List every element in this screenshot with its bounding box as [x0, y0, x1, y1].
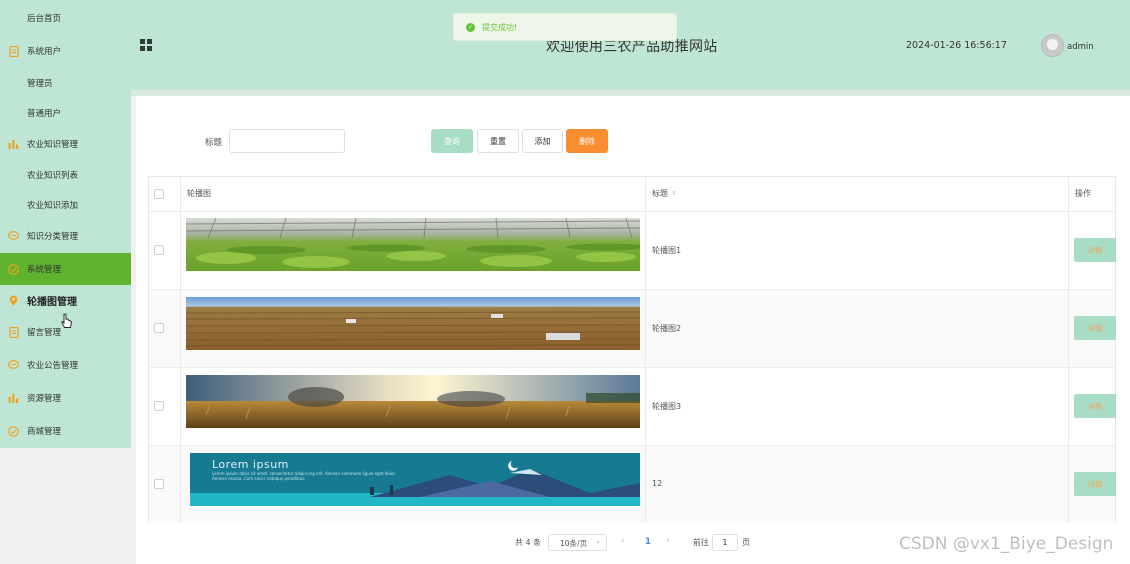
column-header-title[interactable]: 标题 ⇳ — [652, 176, 677, 211]
delete-button[interactable]: 删除 — [566, 129, 608, 153]
sidebar-item-label: 普通用户 — [27, 109, 62, 119]
row-title: 轮播图3 — [652, 402, 682, 411]
mouse-cursor-icon — [61, 313, 73, 332]
sidebar-item-label: 轮播图管理 — [27, 296, 77, 308]
check-circle-icon — [8, 425, 19, 437]
row-checkbox[interactable] — [154, 245, 164, 255]
chat-bubble-icon — [8, 231, 19, 242]
column-divider — [1068, 176, 1069, 523]
menu-grid-icon[interactable] — [140, 39, 152, 51]
search-button[interactable]: 查询 — [431, 129, 473, 153]
bar-chart-icon — [8, 393, 19, 404]
banner-image-wheat-harvest — [186, 375, 640, 428]
row-divider — [148, 211, 1116, 212]
sidebar-item-admin[interactable]: 管理员 — [0, 67, 131, 99]
document-icon — [8, 326, 19, 338]
banner-body-text: Lorem ipsum dolor sit amet, consectetur … — [212, 471, 396, 481]
row-checkbox[interactable] — [154, 323, 164, 333]
banner-image-lorem-ipsum: Lorem ipsum Lorem ipsum dolor sit amet, … — [190, 453, 640, 506]
prev-page-icon[interactable]: ‹ — [621, 536, 625, 546]
sidebar-item-announcements[interactable]: 农业公告管理 — [0, 349, 131, 381]
location-pin-icon — [8, 295, 19, 306]
row-divider — [148, 367, 1116, 368]
chevron-down-icon: ⌄ — [595, 537, 601, 545]
column-divider — [180, 176, 181, 523]
page-suffix-label: 页 — [742, 538, 750, 547]
username[interactable]: admin — [1067, 42, 1094, 52]
sidebar-item-mall[interactable]: 商城管理 — [0, 415, 131, 447]
sidebar-item-label: 农业公告管理 — [27, 361, 79, 371]
sidebar-item-category[interactable]: 知识分类管理 — [0, 220, 131, 252]
row-divider — [148, 289, 1116, 290]
user-avatar[interactable] — [1041, 34, 1064, 57]
sidebar-item-label: 资源管理 — [27, 394, 62, 404]
goto-label: 前往 — [693, 538, 709, 547]
sidebar: 后台首页 系统用户 管理员 普通用户 农业知识管理 农业知识列表 农业知识添加 … — [0, 0, 131, 448]
sidebar-item-label: 商城管理 — [27, 427, 62, 437]
column-header-actions: 操作 — [1075, 189, 1091, 198]
add-button[interactable]: 添加 — [522, 129, 563, 153]
title-filter-label: 标题 — [205, 138, 223, 148]
sidebar-item-label: 农业知识列表 — [27, 171, 79, 181]
reset-button[interactable]: 重置 — [477, 129, 519, 153]
row-divider — [148, 445, 1116, 446]
sidebar-item-label: 后台首页 — [27, 14, 62, 24]
detail-button[interactable]: 详情 — [1074, 394, 1116, 418]
bar-chart-icon — [8, 139, 19, 150]
sidebar-item-label: 系统管理 — [27, 265, 62, 275]
sidebar-item-knowledge-list[interactable]: 农业知识列表 — [0, 159, 131, 191]
watermark: CSDN @vx1_Biye_Design — [899, 534, 1114, 554]
sidebar-item-carousel[interactable]: 轮播图管理 — [0, 284, 131, 316]
sidebar-item-label: 农业知识管理 — [27, 140, 79, 150]
success-check-icon: ✓ — [466, 23, 475, 32]
sidebar-item-label: 知识分类管理 — [27, 232, 79, 242]
sort-icon[interactable]: ⇳ — [672, 190, 677, 197]
detail-button[interactable]: 详情 — [1074, 472, 1116, 496]
column-header-title-label: 标题 — [652, 189, 668, 198]
sidebar-item-home[interactable]: 后台首页 — [0, 2, 131, 34]
row-checkbox[interactable] — [154, 479, 164, 489]
sidebar-item-system-users[interactable]: 系统用户 — [0, 35, 131, 67]
detail-button[interactable]: 详情 — [1074, 316, 1116, 340]
chat-bubble-icon — [8, 360, 19, 371]
row-title: 轮播图1 — [652, 246, 682, 255]
page-number-current[interactable]: 1 — [645, 537, 651, 547]
goto-page-input[interactable]: 1 — [712, 534, 738, 551]
next-page-icon[interactable]: › — [666, 536, 670, 546]
banner-image-plowed-field — [186, 297, 640, 350]
sidebar-item-knowledge-add[interactable]: 农业知识添加 — [0, 189, 131, 221]
success-toast: ✓ 提交成功! — [453, 13, 677, 41]
pagination-total: 共 4 条 — [515, 538, 542, 547]
sidebar-item-system[interactable]: 系统管理 — [0, 253, 131, 285]
column-header-image: 轮播图 — [187, 189, 211, 198]
title-filter-input[interactable] — [229, 129, 345, 153]
sidebar-item-label: 农业知识添加 — [27, 201, 79, 211]
banner-image-greenhouse — [186, 218, 640, 271]
page-size-select[interactable]: 10条/页 ⌄ — [548, 534, 607, 551]
select-all-checkbox[interactable] — [154, 189, 164, 199]
toast-message: 提交成功! — [482, 23, 518, 32]
sidebar-item-resources[interactable]: 资源管理 — [0, 382, 131, 414]
sidebar-item-label: 系统用户 — [27, 47, 62, 57]
document-icon — [8, 45, 19, 57]
sidebar-item-label: 留言管理 — [27, 328, 62, 338]
page-size-value: 10条/页 — [560, 539, 588, 548]
row-title: 12 — [652, 479, 663, 488]
row-title: 轮播图2 — [652, 324, 682, 333]
detail-button[interactable]: 详情 — [1074, 238, 1116, 262]
row-checkbox[interactable] — [154, 401, 164, 411]
sidebar-item-label: 管理员 — [27, 79, 53, 89]
check-circle-icon — [8, 263, 19, 275]
column-divider — [645, 176, 646, 523]
header-datetime: 2024-01-26 16:56:17 — [906, 40, 1007, 51]
banner-heading: Lorem ipsum — [212, 458, 289, 471]
sidebar-empty-area — [0, 448, 131, 564]
sidebar-item-normal-users[interactable]: 普通用户 — [0, 97, 131, 129]
sidebar-item-agri-knowledge[interactable]: 农业知识管理 — [0, 128, 131, 160]
